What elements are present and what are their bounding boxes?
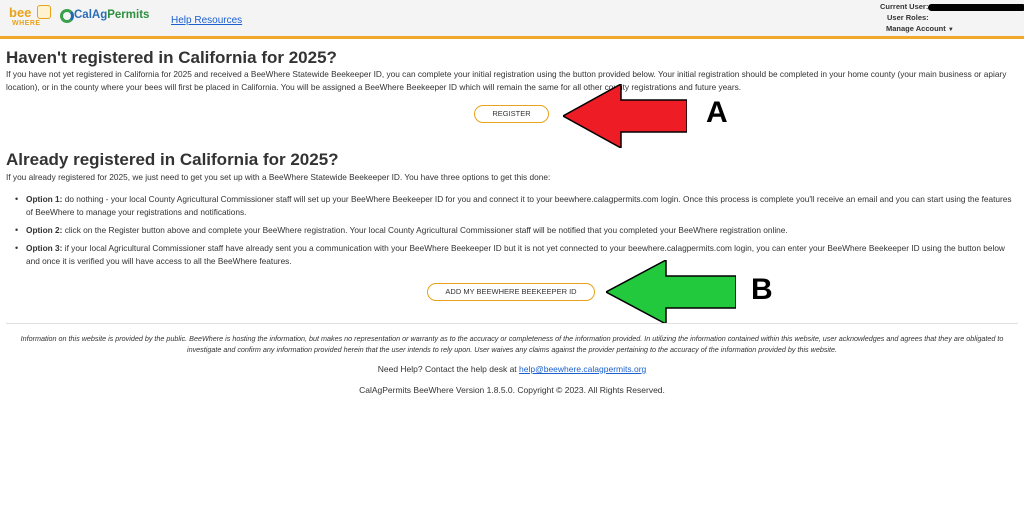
manage-account-label: Manage Account	[886, 24, 946, 33]
option-3-label: Option 3:	[26, 243, 63, 253]
caret-down-icon: ▼	[947, 27, 954, 33]
section-text-already-registered: If you already registered for 2025, we j…	[6, 172, 551, 182]
beewhere-logo-text: bee	[9, 5, 32, 20]
annotation-letter-b: B	[751, 273, 773, 306]
option-2-label: Option 2:	[26, 225, 63, 235]
current-user-label: Current User:	[880, 2, 929, 11]
option-2-text: click on the Register button above and c…	[62, 225, 788, 235]
beewhere-logo-subtext: WHERE	[12, 20, 41, 27]
red-arrow-icon	[563, 84, 687, 148]
copyright-text: CalAgPermits BeeWhere Version 1.8.5.0. C…	[359, 385, 665, 395]
option-1-label: Option 1:	[26, 194, 63, 204]
option-1-text: do nothing - your local County Agricultu…	[26, 194, 1012, 217]
manage-account-dropdown[interactable]: Manage Account ▼	[886, 23, 1024, 36]
calagpermits-logo[interactable]: CalAgPermits	[60, 8, 156, 26]
option-3-text: if your local Agricultural Commissioner …	[26, 243, 1005, 266]
option-3-item: Option 3: if your local Agricultural Com…	[6, 242, 1018, 268]
section-title-already-registered: Already registered in California for 202…	[6, 150, 339, 169]
option-1-item: Option 1: do nothing - your local County…	[6, 193, 1018, 219]
user-roles-label: User Roles:	[887, 13, 929, 22]
current-user-row: Current User:	[880, 1, 1024, 12]
top-header-bar: bee WHERE CalAgPermits Help Resources Cu…	[0, 0, 1024, 39]
footer-divider	[6, 323, 1018, 324]
section-text-not-registered: If you have not yet registered in Califo…	[6, 69, 1007, 92]
annotation-letter-a: A	[706, 96, 728, 129]
redacted-username	[928, 3, 1024, 11]
green-arrow-icon	[606, 260, 736, 324]
option-2-item: Option 2: click on the Register button a…	[6, 224, 1018, 237]
help-resources-link[interactable]: Help Resources	[171, 15, 242, 26]
add-beekeeper-id-button[interactable]: ADD MY BEEWHERE BEEKEEPER ID	[427, 283, 595, 301]
footer-disclaimer: Information on this website is provided …	[20, 334, 1004, 354]
section-title-not-registered: Haven't registered in California for 202…	[6, 48, 337, 67]
help-desk-line: Need Help? Contact the help desk at help…	[0, 364, 1024, 374]
help-desk-text: Need Help? Contact the help desk at	[377, 364, 520, 374]
calagpermits-logo-text: CalAgPermits	[74, 9, 150, 21]
user-panel: Current User: User Roles: Manage Account…	[880, 1, 1024, 36]
bee-icon	[37, 5, 51, 19]
options-list: Option 1: do nothing - your local County…	[6, 193, 1018, 268]
beewhere-logo[interactable]: bee WHERE	[9, 5, 55, 31]
help-email-link[interactable]: help@beewhere.calagpermits.org	[519, 364, 646, 374]
register-button[interactable]: REGISTER	[474, 105, 549, 123]
calagpermits-swirl-icon	[60, 9, 74, 23]
